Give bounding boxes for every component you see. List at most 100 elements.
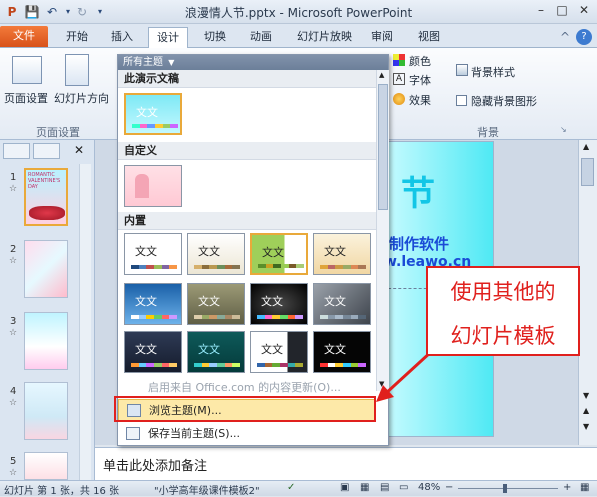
slide-thumbnail-1[interactable]: ROMANTIC VALENTINE'S DAY bbox=[24, 168, 68, 226]
office-content-updates-label: 启用来自 Office.com 的内容更新(O)... bbox=[148, 381, 341, 394]
save-theme-label: 保存当前主题(S)... bbox=[148, 427, 241, 440]
slide-thumbnail-5[interactable] bbox=[24, 452, 68, 480]
roses-image bbox=[29, 206, 65, 220]
scroll-down-icon[interactable]: ▼ bbox=[583, 391, 589, 400]
spelling-check-icon[interactable]: ✓ bbox=[287, 482, 295, 493]
slide-vertical-scrollbar[interactable]: ▲ ▼ ▲ ▼ bbox=[578, 140, 597, 445]
theme-12[interactable]: 文文 bbox=[313, 331, 371, 373]
zoom-slider[interactable] bbox=[458, 488, 558, 489]
reading-view-icon[interactable]: ▤ bbox=[380, 482, 389, 493]
tab-animations[interactable]: 动画 bbox=[242, 27, 280, 48]
scrollbar-thumb[interactable] bbox=[581, 158, 594, 186]
theme-11[interactable]: 文文 bbox=[250, 331, 308, 373]
theme-4[interactable]: 文文 bbox=[313, 233, 371, 275]
theme-6[interactable]: 文文 bbox=[187, 283, 245, 325]
orientation-button[interactable]: 幻灯片方向 bbox=[54, 90, 109, 106]
effects-icon[interactable] bbox=[393, 93, 405, 105]
zoom-level[interactable]: 48% bbox=[418, 482, 440, 493]
theme-3[interactable]: 文文 bbox=[250, 233, 308, 275]
fonts-button[interactable]: 字体 bbox=[409, 72, 431, 88]
theme-office[interactable]: 文文 bbox=[124, 233, 182, 275]
status-bar: 幻灯片 第 1 张，共 16 张 "小学高年级课件模板2" ✓ ▣ ▦ ▤ ▭ … bbox=[0, 480, 597, 497]
tab-review[interactable]: 审阅 bbox=[363, 27, 401, 48]
zoom-out-icon[interactable]: − bbox=[445, 482, 453, 493]
orientation-icon[interactable] bbox=[65, 54, 89, 86]
zoom-slider-thumb[interactable] bbox=[503, 484, 507, 493]
theme-9[interactable]: 文文 bbox=[124, 331, 182, 373]
help-icon[interactable]: ? bbox=[576, 29, 592, 45]
theme-10[interactable]: 文文 bbox=[187, 331, 245, 373]
animation-star-icon: ☆ bbox=[9, 328, 18, 338]
page-setup-group-label: 页面设置 bbox=[36, 126, 80, 139]
animation-star-icon: ☆ bbox=[9, 184, 18, 194]
background-dialog-launcher-icon[interactable]: ↘ bbox=[560, 125, 567, 134]
normal-view-icon[interactable]: ▣ bbox=[340, 482, 349, 493]
save-theme-item[interactable]: 保存当前主题(S)... bbox=[118, 423, 376, 445]
page-setup-button[interactable]: 页面设置 bbox=[4, 90, 48, 106]
section-this-presentation: 此演示文稿 bbox=[118, 70, 376, 88]
section-builtin: 内置 bbox=[118, 212, 376, 230]
next-slide-icon[interactable]: ▼ bbox=[583, 422, 589, 431]
theme-5[interactable]: 文文 bbox=[124, 283, 182, 325]
slide-sorter-icon[interactable]: ▦ bbox=[360, 482, 369, 493]
background-styles-icon[interactable] bbox=[456, 64, 468, 76]
tab-transitions[interactable]: 切换 bbox=[196, 27, 234, 48]
hide-background-checkbox[interactable] bbox=[456, 95, 467, 106]
annotation-line2: 幻灯片模板 bbox=[450, 324, 556, 348]
theme-custom-figure bbox=[135, 174, 149, 198]
slide-thumbnail-4[interactable] bbox=[24, 382, 68, 440]
tab-design[interactable]: 设计 bbox=[148, 27, 188, 48]
theme-custom[interactable] bbox=[124, 165, 182, 207]
theme-preview-text: 文文 bbox=[261, 343, 283, 356]
outline-tab[interactable] bbox=[33, 143, 60, 159]
animation-star-icon: ☆ bbox=[9, 398, 18, 408]
minimize-ribbon-icon[interactable]: ^ bbox=[557, 29, 573, 45]
tab-file[interactable]: 文件 bbox=[0, 26, 48, 47]
slide-thumbnail-3[interactable] bbox=[24, 312, 68, 370]
close-pane-icon[interactable]: ✕ bbox=[74, 143, 84, 157]
slide-number-5: 5 bbox=[10, 456, 17, 467]
theme-preview-text: 文文 bbox=[324, 295, 346, 308]
background-styles-button[interactable]: 背景样式 bbox=[471, 64, 515, 80]
tab-home[interactable]: 开始 bbox=[58, 27, 96, 48]
page-setup-icon[interactable] bbox=[12, 56, 42, 84]
theme-color-bar bbox=[131, 265, 178, 269]
minimize-button[interactable]: – bbox=[532, 3, 550, 19]
zoom-in-icon[interactable]: + bbox=[563, 482, 571, 493]
theme-2[interactable]: 文文 bbox=[187, 233, 245, 275]
scroll-up-icon[interactable]: ▲ bbox=[583, 142, 589, 151]
theme-preview-text: 文文 bbox=[261, 295, 283, 308]
fit-to-window-icon[interactable]: ▦ bbox=[580, 482, 589, 493]
close-button[interactable]: ✕ bbox=[575, 3, 593, 19]
theme-7[interactable]: 文文 bbox=[250, 283, 308, 325]
slideshow-view-icon[interactable]: ▭ bbox=[399, 482, 408, 493]
maximize-button[interactable]: □ bbox=[553, 3, 571, 19]
theme-preview-text: 文文 bbox=[262, 246, 284, 259]
notes-placeholder: 单击此处添加备注 bbox=[103, 459, 208, 474]
fonts-icon[interactable]: A bbox=[393, 73, 405, 85]
theme-color-bar bbox=[257, 363, 304, 367]
window-title: 浪漫情人节.pptx - Microsoft PowerPoint bbox=[184, 6, 413, 20]
theme-preview-text: 文文 bbox=[324, 343, 346, 356]
themes-scrollbar-thumb[interactable] bbox=[378, 84, 388, 210]
theme-8[interactable]: 文文 bbox=[313, 283, 371, 325]
effects-button[interactable]: 效果 bbox=[409, 92, 431, 108]
tab-slideshow[interactable]: 幻灯片放映 bbox=[289, 27, 360, 48]
theme-current[interactable]: 文文 bbox=[124, 93, 182, 135]
slides-pane-scrollbar[interactable] bbox=[79, 164, 91, 480]
scroll-up-icon[interactable]: ▲ bbox=[379, 71, 384, 79]
tab-insert[interactable]: 插入 bbox=[103, 27, 141, 48]
themes-dropdown-header[interactable]: 所有主题 ▼ bbox=[118, 55, 388, 70]
theme-color-bar bbox=[320, 265, 367, 269]
notes-pane[interactable]: 单击此处添加备注 bbox=[95, 447, 597, 480]
slide-number-4: 4 bbox=[10, 386, 17, 397]
colors-button[interactable]: 颜色 bbox=[409, 53, 431, 69]
slide-thumbnail-2[interactable] bbox=[24, 240, 68, 298]
tab-view[interactable]: 视图 bbox=[410, 27, 448, 48]
colors-icon[interactable] bbox=[393, 54, 405, 66]
annotation-callout: 使用其他的 幻灯片模板 bbox=[426, 266, 580, 356]
slides-tab[interactable] bbox=[3, 143, 30, 159]
theme-preview-text: 文文 bbox=[135, 295, 157, 308]
themes-dropdown-scrollbar[interactable]: ▲ ▼ bbox=[376, 70, 389, 391]
previous-slide-icon[interactable]: ▲ bbox=[583, 406, 589, 415]
